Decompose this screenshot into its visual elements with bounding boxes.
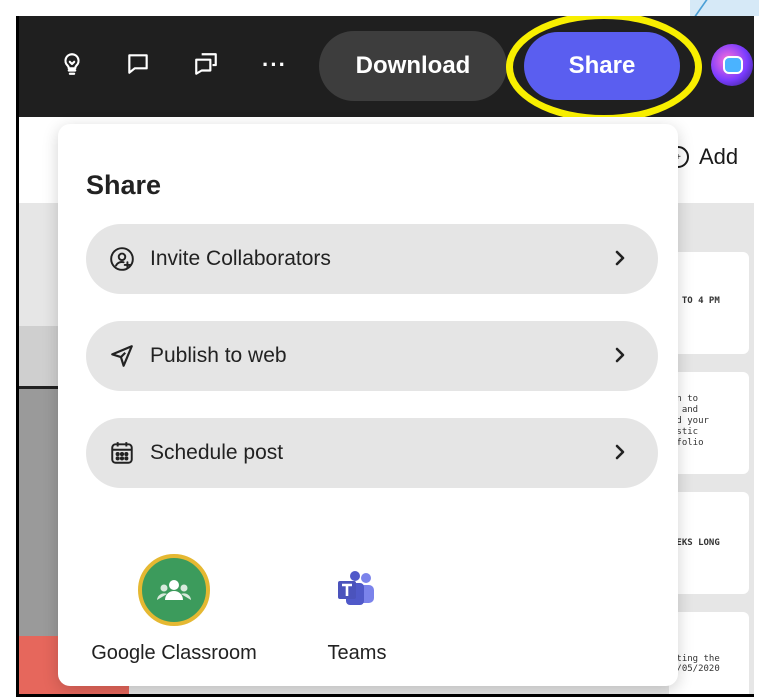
page-thumbnail[interactable]: rting the 6/05/2020: [669, 612, 749, 694]
publish-to-web-option[interactable]: Publish to web: [86, 321, 658, 391]
chevron-right-icon: [610, 343, 630, 367]
teams-icon: [336, 569, 378, 611]
share-panel-title: Share: [86, 170, 162, 200]
comment-icon[interactable]: [122, 48, 154, 80]
invite-collaborators-label: Invite Collaborators: [150, 247, 331, 270]
screenshot: ··· Download Share + Add M TO 4 PM rn to…: [0, 0, 759, 697]
chevron-right-icon: [610, 440, 630, 464]
thumbnail-text: EEKS LONG: [671, 538, 720, 548]
page-thumbnail[interactable]: M TO 4 PM: [669, 252, 749, 354]
share-panel: Share Invite Collaborators Publish to we…: [58, 124, 678, 686]
google-classroom-app[interactable]: Google Classroom: [86, 554, 262, 665]
canvas-preview-dark: [19, 386, 59, 636]
lightbulb-icon[interactable]: [56, 48, 88, 80]
calendar-icon: [108, 439, 136, 467]
publish-to-web-label: Publish to web: [150, 344, 287, 367]
google-classroom-icon: [138, 554, 210, 626]
more-icon[interactable]: ···: [262, 52, 287, 78]
page-thumbnail[interactable]: EEKS LONG: [669, 492, 749, 594]
thumbnail-text: rting the: [671, 654, 720, 664]
invite-collaborators-icon: [108, 245, 136, 273]
app-window: ··· Download Share + Add M TO 4 PM rn to…: [16, 16, 754, 697]
page-thumbnail[interactable]: rn to n and ld your istic tfolio: [669, 372, 749, 474]
teams-app[interactable]: Teams: [302, 554, 412, 665]
add-label: Add: [699, 144, 739, 169]
schedule-post-option[interactable]: Schedule post: [86, 418, 658, 488]
schedule-post-label: Schedule post: [150, 441, 284, 464]
comments-icon[interactable]: [190, 48, 222, 80]
teams-label: Teams: [327, 642, 387, 664]
top-toolbar: ··· Download Share: [19, 16, 754, 122]
invite-collaborators-option[interactable]: Invite Collaborators: [86, 224, 658, 294]
thumbnail-text: 6/05/2020: [671, 664, 720, 674]
google-classroom-label: Google Classroom: [91, 642, 257, 664]
thumbnail-text: M TO 4 PM: [671, 296, 720, 306]
paper-plane-icon: [108, 342, 136, 370]
avatar-image: [723, 56, 743, 74]
chevron-right-icon: [610, 246, 630, 270]
share-button[interactable]: Share: [524, 32, 680, 100]
download-button[interactable]: Download: [319, 31, 507, 101]
avatar[interactable]: [711, 44, 753, 86]
